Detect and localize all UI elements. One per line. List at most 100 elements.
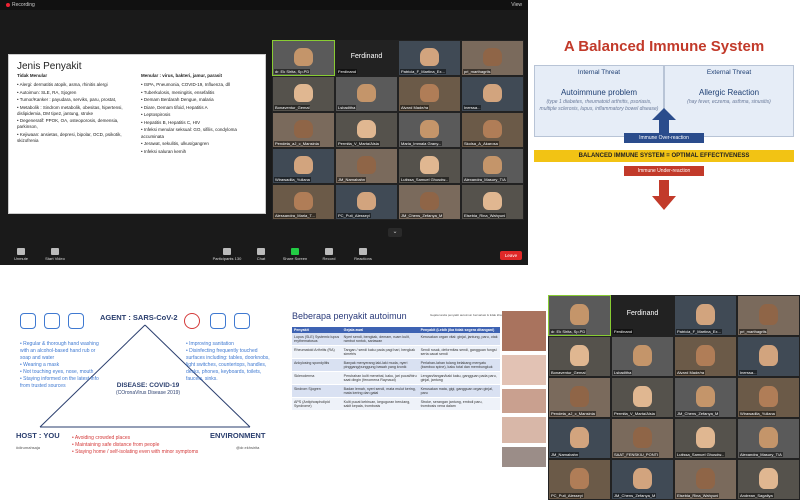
participant-video (633, 385, 652, 408)
participant-name: pri_marthagrils (739, 329, 768, 334)
person-icon (68, 313, 84, 329)
autoimmune-title: Autoimmune problem (560, 88, 638, 97)
participant-tile[interactable]: pri_marthagrils (461, 40, 524, 76)
participant-tile[interactable]: SAAT_FENSKIU_PONTI (611, 418, 674, 459)
participant-name: PC_Puti_Alesseyi (337, 213, 371, 218)
view-button[interactable]: View (511, 2, 522, 8)
participant-tile[interactable]: Ferdinand Ferdinand (335, 40, 398, 76)
slide-list-item: Infeksi menular seksual: GO, sifilis, co… (141, 127, 259, 139)
participant-name: Skolsa_A_Akarosa (463, 141, 499, 146)
shared-slide: Jenis Penyakit Tidak Menular Alergi: der… (8, 54, 266, 214)
participant-tile[interactable]: Wirawadila_Yuliana (272, 148, 335, 184)
participant-video (633, 467, 652, 490)
participant-tile[interactable]: Alexandra_Masury_T/A (737, 418, 800, 459)
participant-name: pri_marthagrils (463, 69, 492, 74)
participant-tile[interactable]: Bonaventur_Gemal (548, 336, 611, 377)
face-photo (502, 311, 546, 351)
participant-tile[interactable]: JM_Chens_Zefanya_M (674, 377, 737, 418)
participant-video (570, 426, 589, 449)
recording-indicator: Recording (6, 2, 35, 8)
share-screen-icon (291, 248, 299, 255)
participant-name: Wirawadila_Yuliana (274, 177, 311, 182)
cancer-examples: (hepatitis, HIV, shingles, TB) (567, 203, 631, 209)
participant-tile[interactable]: Alexandra_Masury_T/A (461, 148, 524, 184)
participant-name: SAAT_FENSKIU_PONTI (613, 452, 660, 457)
participant-tile[interactable]: Skolsa_A_Akarosa (461, 112, 524, 148)
slide-list-item: Autoimun: SLE, RA, Sjogren (17, 90, 135, 96)
participant-tile[interactable]: Alessandra_Maria_T... (272, 184, 335, 220)
participant-name: Ferdinand (337, 69, 358, 74)
table-row: Lupus (SLE) Systemic lupus erythematosus… (292, 333, 500, 346)
participant-name: Alvard Made/ra (400, 105, 430, 110)
table-cell: Lengan/tangan/kaki kaku, gangguan pada p… (418, 371, 500, 385)
participant-tile[interactable]: Inerssa... (461, 76, 524, 112)
participant-tile[interactable]: Pendeta_aJ_c_Mansinia (548, 377, 611, 418)
environment-measure-item: Improving sanitation (186, 341, 276, 348)
participant-tile[interactable]: Patricia_F_Martina_Ex... (674, 295, 737, 336)
under-reaction-label: Immune Under-reaction (624, 166, 704, 176)
slide-right-header: Menular : virus, bakteri, jamur, parasit (141, 73, 223, 78)
participant-tile[interactable]: PC_Puti_Alesseyi (335, 184, 398, 220)
participant-tile[interactable]: Alvard Made/ra (674, 336, 737, 377)
participant-name: Pendeta_aJ_c_Mansinia (550, 411, 596, 416)
participant-tile[interactable]: Permita_V_Marta/Alsia (611, 377, 674, 418)
slide-list-item: Degeneratif: PPOK, OA, osteoporosis, dem… (17, 118, 135, 130)
start-video-label: Start Video (45, 256, 65, 261)
start-video-button[interactable]: Start Video (38, 248, 72, 261)
chat-button[interactable]: Chat (244, 248, 278, 261)
participant-tile[interactable]: Elsebia_Rina_Wahyuni (461, 184, 524, 220)
record-label: Record (322, 256, 336, 261)
participant-video (696, 344, 715, 367)
participants-button[interactable]: Participants 130 (210, 248, 244, 261)
participant-tile[interactable]: Andrean_Sagaliya (737, 459, 800, 500)
participant-tile[interactable]: JM_Namabahn (548, 418, 611, 459)
leave-button[interactable]: Leave (500, 251, 522, 260)
participant-name: Lsbaditha (613, 370, 633, 375)
environment-measure-item: Disinfecting frequently touched surfaces… (186, 348, 276, 383)
share-screen-button[interactable]: Share Screen (278, 248, 312, 261)
hand-photo (502, 355, 546, 385)
participant-tile[interactable]: Pendeta_aJ_c_Mansinia (272, 112, 335, 148)
immune-title: A Balanced Immune System (563, 38, 765, 55)
handwash-icon (20, 313, 36, 329)
participant-tile[interactable]: dr. Ek Sirita, Sp.PD (272, 40, 335, 76)
participant-tile[interactable]: Lsbaditha (335, 76, 398, 112)
participant-name: Andrean_Sagaliya (739, 493, 774, 498)
slide-left-column: Tidak Menular Alergi: dermatitis atopik,… (17, 73, 135, 146)
participant-tile[interactable]: Lutissa_Samuel Ghusdw... (398, 148, 461, 184)
participant-name: JM_Chens_Zefanya_M (613, 493, 657, 498)
fingers-photo (502, 389, 546, 413)
participant-tile[interactable]: Elsebia_Rina_Wahyuni (674, 459, 737, 500)
immune-system-slide: A Balanced Immune System Internal Threat… (528, 0, 800, 265)
participant-tile[interactable]: Ferdinand Ferdinand (611, 295, 674, 336)
autoimmune-note: Gejala tanda penyakit autoimun bervarias… (430, 313, 504, 317)
unmute-button[interactable]: Unmute (4, 248, 38, 261)
participant-tile[interactable]: Alvard Made/ra (398, 76, 461, 112)
participant-name: Permita_V_Marta/Alsia (337, 141, 380, 146)
participant-tile[interactable]: Inerssa... (737, 336, 800, 377)
participant-tile[interactable]: Patricia_F_Martina_Ex... (398, 40, 461, 76)
participant-tile[interactable]: PC_Puti_Alesseyi (548, 459, 611, 500)
participant-name: dr. Ek Sirita, Sp.PD (274, 69, 311, 74)
participant-tile[interactable]: Lsbaditha (611, 336, 674, 377)
participant-tile[interactable]: JM_Chens_Zefanya_M (611, 459, 674, 500)
participant-tile[interactable]: Maria_Immala Grany... (398, 112, 461, 148)
participant-tile[interactable]: Lutissa_Samuel Ghusdw... (674, 418, 737, 459)
reactions-button[interactable]: Reactions (346, 248, 380, 261)
table-row: Ankylosing spondylitis Banyak menyerang l… (292, 358, 500, 372)
participant-tile[interactable]: pri_marthagrils (737, 295, 800, 336)
host-measures-list: Regular & thorough hand washing with an … (20, 341, 100, 390)
record-button[interactable]: Record (312, 248, 346, 261)
participant-name: Patricia_F_Martina_Ex... (676, 329, 722, 334)
participant-name: Inerssa... (739, 370, 758, 375)
participant-tile[interactable]: Permita_V_Marta/Alsia (335, 112, 398, 148)
chevron-down-icon[interactable]: ⌄ (388, 228, 402, 237)
table-cell: Perlahan-lahan tulang belakang menyatu (… (418, 358, 500, 372)
slide-right-column: Menular : virus, bakteri, jamur, parasit… (141, 73, 259, 156)
participant-tile[interactable]: Bonaventur_Gemal (272, 76, 335, 112)
participant-tile[interactable]: dr. Ek Sirita, Sp.PD (548, 295, 611, 336)
participant-tile[interactable]: JM_Namabahn (335, 148, 398, 184)
participant-tile[interactable]: JM_Chens_Zefanya_M (398, 184, 461, 220)
disease-subtitle: (COronaVirus Disease 2019) (115, 390, 181, 397)
participant-tile[interactable]: Wirawadila_Yuliana (737, 377, 800, 418)
